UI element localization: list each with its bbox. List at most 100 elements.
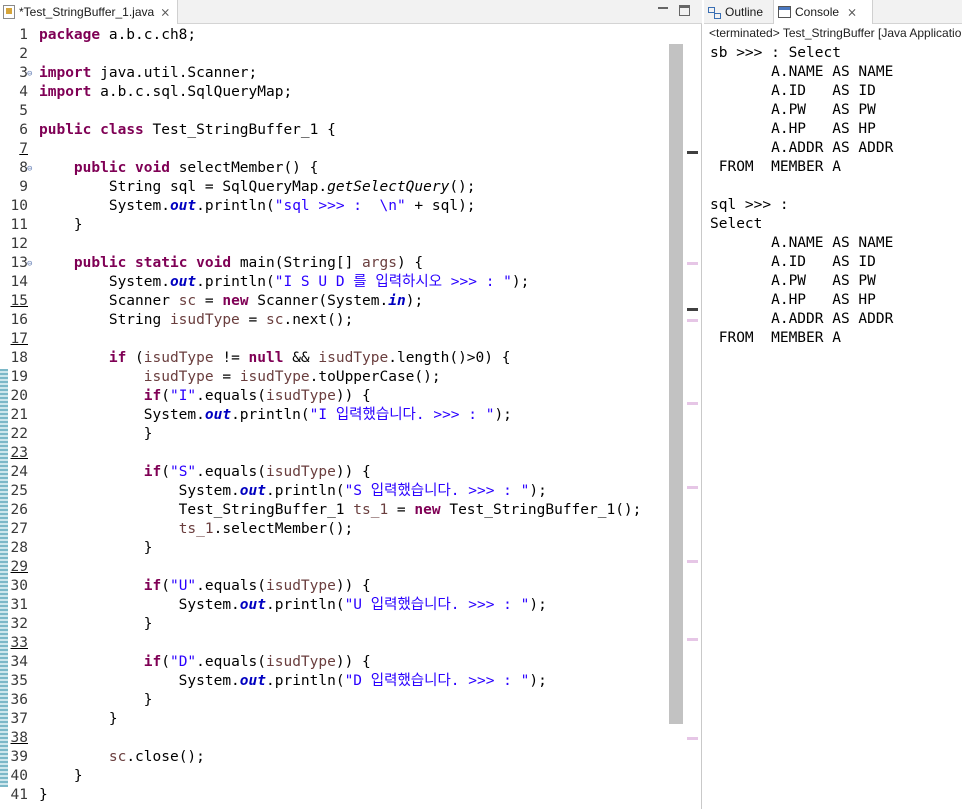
console-line: A.ADDR AS ADDR [710, 140, 894, 156]
code-line[interactable]: 29 [0, 558, 668, 577]
code-text: public class Test_StringBuffer_1 { [39, 122, 336, 138]
line-number: 6 [19, 122, 28, 138]
editor-tab-label: *Test_StringBuffer_1.java [19, 5, 155, 19]
console-line: sql >>> : [710, 197, 789, 213]
code-text: String isudType = sc.next(); [39, 312, 354, 328]
code-text: public void selectMember() { [73, 160, 319, 176]
code-line[interactable]: 17 [0, 330, 668, 349]
code-line[interactable]: 5 [0, 102, 668, 121]
code-text: Scanner sc = new Scanner(System.in); [39, 293, 424, 309]
tab-close-icon[interactable]: ⨯ [160, 5, 170, 19]
overview-marker[interactable] [687, 486, 698, 489]
fold-toggle-icon[interactable]: ⊖ [27, 160, 32, 179]
code-line[interactable]: 37 } [0, 710, 668, 729]
line-number: 13 [10, 255, 28, 271]
line-number: 2 [19, 46, 28, 62]
code-line[interactable]: 38 [0, 729, 668, 748]
code-text: } [39, 768, 83, 784]
fold-toggle-icon[interactable]: ⊖ [27, 255, 32, 274]
code-line[interactable]: 39 sc.close(); [0, 748, 668, 767]
code-line[interactable]: 36 } [0, 691, 668, 710]
code-line[interactable]: 18 if (isudType != null && isudType.leng… [0, 349, 668, 368]
code-line[interactable]: 15 Scanner sc = new Scanner(System.in); [0, 292, 668, 311]
code-line[interactable]: 28 } [0, 539, 668, 558]
code-line[interactable]: 6 public class Test_StringBuffer_1 { [0, 121, 668, 140]
code-line[interactable]: 23 [0, 444, 668, 463]
java-file-icon [3, 5, 15, 19]
overview-marker[interactable] [687, 151, 698, 154]
code-line[interactable]: 14 System.out.println("I S U D 를 입력하시오 >… [0, 273, 668, 292]
code-line[interactable]: 33 [0, 634, 668, 653]
code-line[interactable]: 9 String sql = SqlQueryMap.getSelectQuer… [0, 178, 668, 197]
code-line[interactable]: 20 if("I".equals(isudType)) { [0, 387, 668, 406]
line-number: 27 [10, 521, 28, 537]
line-number: 37 [10, 711, 28, 727]
code-text: } [39, 540, 153, 556]
minimize-icon[interactable] [656, 3, 670, 17]
code-line[interactable]: 3 ⊖ import java.util.Scanner; [0, 64, 668, 83]
tab-console-label: Console [795, 5, 840, 19]
code-text: } [39, 217, 83, 233]
code-line[interactable]: 1 package a.b.c.ch8; [0, 26, 668, 45]
code-line[interactable]: 10 System.out.println("sql >>> : \n" + s… [0, 197, 668, 216]
line-number: 35 [10, 673, 28, 689]
overview-marker[interactable] [687, 262, 698, 265]
code-line[interactable]: 16 String isudType = sc.next(); [0, 311, 668, 330]
outline-icon [708, 6, 721, 19]
overview-marker[interactable] [687, 560, 698, 563]
line-number: 19 [10, 369, 28, 385]
code-line[interactable]: 21 System.out.println("I 입력했습니다. >>> : "… [0, 406, 668, 425]
line-number: 32 [10, 616, 28, 632]
code-line[interactable]: 25 System.out.println("S 입력했습니다. >>> : "… [0, 482, 668, 501]
code-text: System.out.println("S 입력했습니다. >>> : "); [39, 483, 547, 499]
console-line: A.HP AS HP [710, 292, 876, 308]
code-text: import a.b.c.sql.SqlQueryMap; [39, 84, 293, 100]
editor-tab-java-file[interactable]: *Test_StringBuffer_1.java ⨯ [0, 0, 178, 24]
overview-marker[interactable] [687, 638, 698, 641]
code-line[interactable]: 24 if("S".equals(isudType)) { [0, 463, 668, 482]
code-line[interactable]: 30 if("U".equals(isudType)) { [0, 577, 668, 596]
line-number: 30 [10, 578, 28, 594]
code-text: System.out.println("I 입력했습니다. >>> : "); [39, 407, 512, 423]
overview-ruler[interactable] [684, 26, 701, 809]
code-text: public static void main(String[] args) { [73, 255, 424, 271]
code-line[interactable]: 12 [0, 235, 668, 254]
console-line: FROM MEMBER A [710, 159, 841, 175]
console-status-label: <terminated> Test_StringBuffer [Java App… [709, 26, 962, 40]
code-line[interactable]: 32 } [0, 615, 668, 634]
code-line[interactable]: 13 ⊖ public static void main(String[] arg… [0, 254, 668, 273]
code-text: System.out.println("D 입력했습니다. >>> : "); [39, 673, 547, 689]
overview-marker[interactable] [687, 319, 698, 322]
editor-vertical-scrollbar-thumb[interactable] [669, 44, 683, 724]
overview-marker[interactable] [687, 737, 698, 740]
code-text: } [39, 426, 153, 442]
console-output[interactable]: sb >>> : Select A.NAME AS NAME A.ID AS I… [710, 44, 893, 348]
code-line[interactable]: 22 } [0, 425, 668, 444]
code-text-area[interactable]: 1 package a.b.c.ch8; 2 3 ⊖ import java.util.S… [0, 26, 668, 809]
overview-marker[interactable] [687, 308, 698, 311]
code-line[interactable]: 2 [0, 45, 668, 64]
code-line[interactable]: 19 isudType = isudType.toUpperCase(); [0, 368, 668, 387]
code-line[interactable]: 27 ts_1.selectMember(); [0, 520, 668, 539]
tab-outline[interactable]: Outline [704, 0, 772, 24]
code-line[interactable]: 4 import a.b.c.sql.SqlQueryMap; [0, 83, 668, 102]
line-number: 33 [10, 635, 28, 651]
tab-close-icon[interactable]: ⨯ [847, 5, 857, 19]
code-text: Test_StringBuffer_1 ts_1 = new Test_Stri… [39, 502, 642, 518]
fold-toggle-icon[interactable]: ⊖ [27, 65, 32, 84]
code-line[interactable]: 8 ⊖ public void selectMember() { [0, 159, 668, 178]
code-line[interactable]: 31 System.out.println("U 입력했습니다. >>> : "… [0, 596, 668, 615]
overview-marker[interactable] [687, 402, 698, 405]
code-line[interactable]: 41} [0, 786, 668, 805]
line-number: 38 [10, 730, 28, 746]
code-line[interactable]: 40 } [0, 767, 668, 786]
maximize-icon[interactable] [679, 5, 690, 16]
line-number: 15 [10, 293, 28, 309]
tab-console[interactable]: Console ⨯ [773, 0, 873, 24]
code-line[interactable]: 35 System.out.println("D 입력했습니다. >>> : "… [0, 672, 668, 691]
code-line[interactable]: 11 } [0, 216, 668, 235]
code-line[interactable]: 7 [0, 140, 668, 159]
line-number: 34 [10, 654, 28, 670]
code-line[interactable]: 26 Test_StringBuffer_1 ts_1 = new Test_S… [0, 501, 668, 520]
code-line[interactable]: 34 if("D".equals(isudType)) { [0, 653, 668, 672]
